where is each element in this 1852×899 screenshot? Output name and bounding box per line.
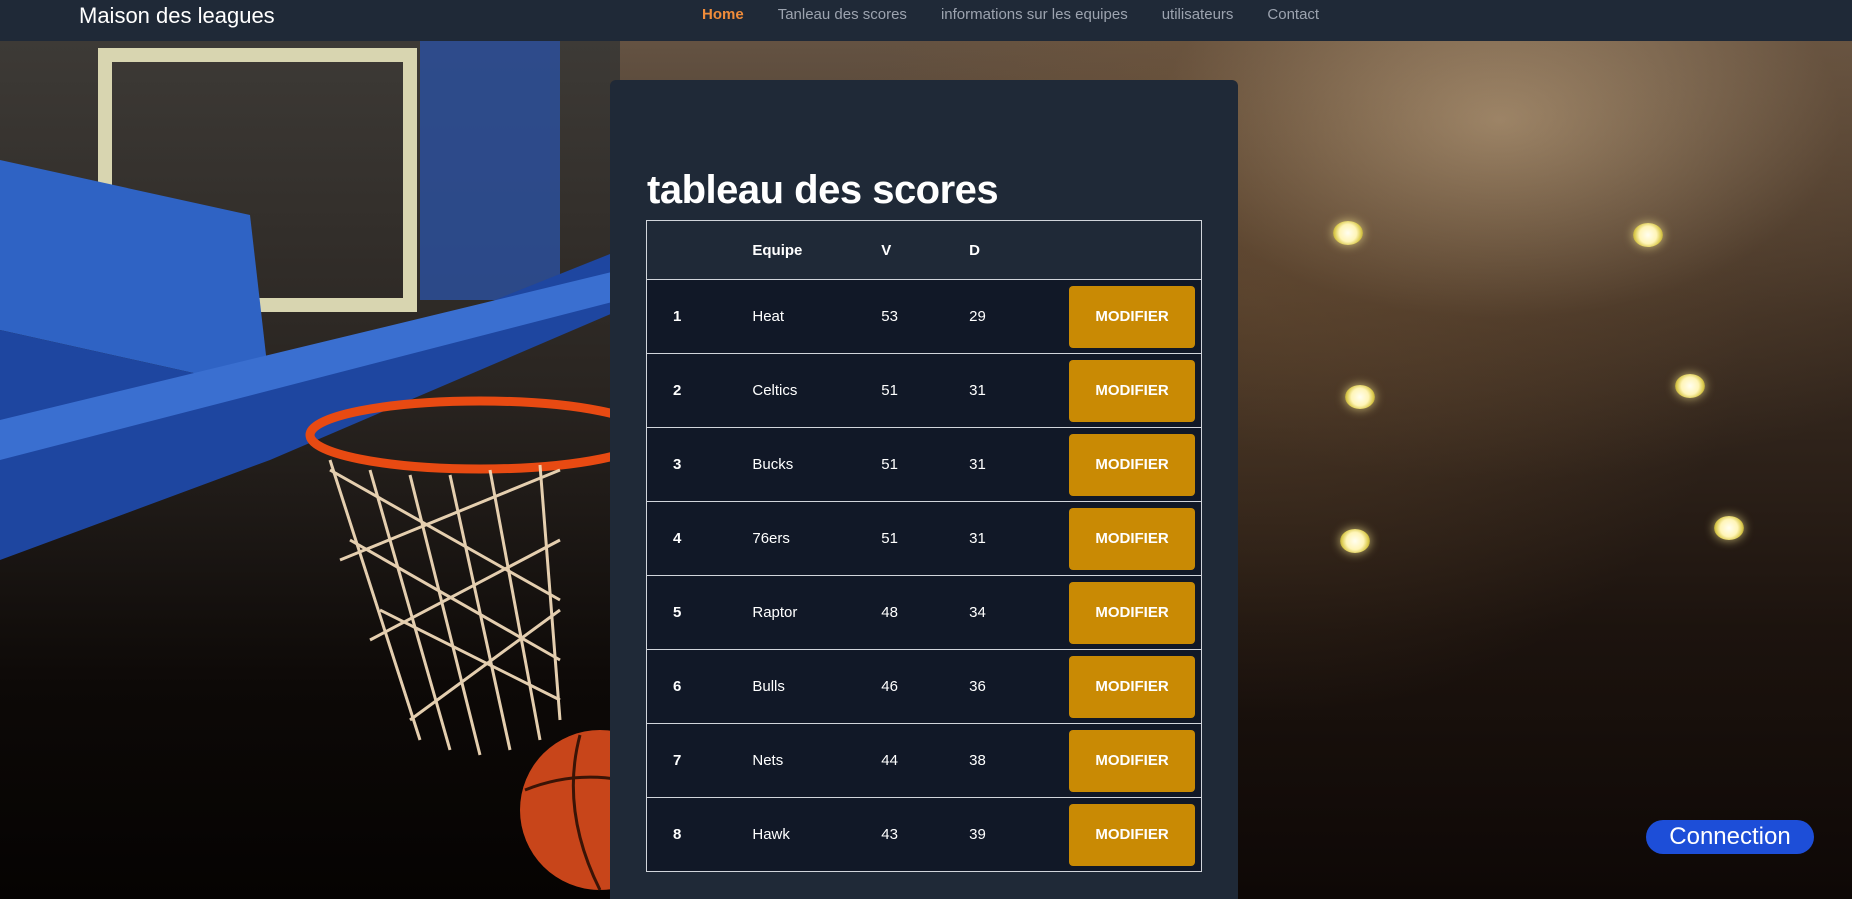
scoreboard-title: tableau des scores (647, 168, 999, 212)
nav-link-home[interactable]: Home (702, 6, 744, 23)
header-wins: V (881, 220, 970, 280)
row-team: Raptor (752, 575, 882, 650)
row-wins: 51 (881, 353, 970, 428)
row-team: Bucks (752, 427, 882, 502)
row-wins: 48 (881, 575, 970, 650)
row-team: Celtics (752, 353, 882, 428)
row-rank: 8 (646, 797, 753, 872)
row-losses: 31 (969, 427, 1069, 502)
table-row: 6 Bulls 46 36 MODIFIER (646, 649, 1202, 724)
row-losses: 29 (969, 279, 1069, 354)
row-rank: 7 (646, 723, 753, 798)
row-losses: 34 (969, 575, 1069, 650)
row-rank: 3 (646, 427, 753, 502)
top-navbar: Maison des leagues Home Tanleau des scor… (0, 0, 1852, 41)
row-wins: 43 (881, 797, 970, 872)
scoreboard-table: Equipe V D 1 Heat 53 29 MODIFIER 2 Celti… (646, 220, 1202, 872)
page: Maison des leagues Home Tanleau des scor… (0, 0, 1852, 899)
scoreboard-card: tableau des scores Equipe V D 1 Heat 53 … (610, 80, 1238, 899)
table-header-row: Equipe V D (646, 220, 1202, 280)
row-rank: 5 (646, 575, 753, 650)
header-losses: D (969, 220, 1069, 280)
table-row: 7 Nets 44 38 MODIFIER (646, 723, 1202, 798)
nav-link-contact[interactable]: Contact (1267, 6, 1319, 23)
row-wins: 51 (881, 427, 970, 502)
table-row: 2 Celtics 51 31 MODIFIER (646, 353, 1202, 428)
table-row: 3 Bucks 51 31 MODIFIER (646, 427, 1202, 502)
row-losses: 39 (969, 797, 1069, 872)
modifier-button[interactable]: MODIFIER (1069, 729, 1195, 792)
site-brand[interactable]: Maison des leagues (79, 3, 275, 29)
row-losses: 38 (969, 723, 1069, 798)
row-rank: 6 (646, 649, 753, 724)
table-row: 5 Raptor 48 34 MODIFIER (646, 575, 1202, 650)
row-team: 76ers (752, 501, 882, 576)
connection-button[interactable]: Connection (1646, 820, 1814, 854)
row-rank: 4 (646, 501, 753, 576)
row-rank: 2 (646, 353, 753, 428)
row-wins: 46 (881, 649, 970, 724)
nav-links: Home Tanleau des scores informations sur… (702, 6, 1353, 23)
modifier-button[interactable]: MODIFIER (1069, 433, 1195, 496)
row-losses: 31 (969, 501, 1069, 576)
header-team: Equipe (752, 220, 882, 280)
row-team: Bulls (752, 649, 882, 724)
nav-link-team-info[interactable]: informations sur les equipes (941, 6, 1128, 23)
basketball-hoop-background (0, 40, 620, 891)
row-wins: 53 (881, 279, 970, 354)
modifier-button[interactable]: MODIFIER (1069, 285, 1195, 348)
table-row: 8 Hawk 43 39 MODIFIER (646, 797, 1202, 872)
row-team: Nets (752, 723, 882, 798)
row-losses: 36 (969, 649, 1069, 724)
row-wins: 51 (881, 501, 970, 576)
nav-link-scoreboard[interactable]: Tanleau des scores (778, 6, 907, 23)
row-rank: 1 (646, 279, 753, 354)
table-row: 4 76ers 51 31 MODIFIER (646, 501, 1202, 576)
modifier-button[interactable]: MODIFIER (1069, 803, 1195, 866)
table-row: 1 Heat 53 29 MODIFIER (646, 279, 1202, 354)
modifier-button[interactable]: MODIFIER (1069, 655, 1195, 718)
nav-link-users[interactable]: utilisateurs (1162, 6, 1234, 23)
modifier-button[interactable]: MODIFIER (1069, 359, 1195, 422)
header-actions (1069, 220, 1202, 280)
row-losses: 31 (969, 353, 1069, 428)
row-team: Heat (752, 279, 882, 354)
modifier-button[interactable]: MODIFIER (1069, 507, 1195, 570)
row-wins: 44 (881, 723, 970, 798)
header-rank (646, 220, 753, 280)
modifier-button[interactable]: MODIFIER (1069, 581, 1195, 644)
row-team: Hawk (752, 797, 882, 872)
